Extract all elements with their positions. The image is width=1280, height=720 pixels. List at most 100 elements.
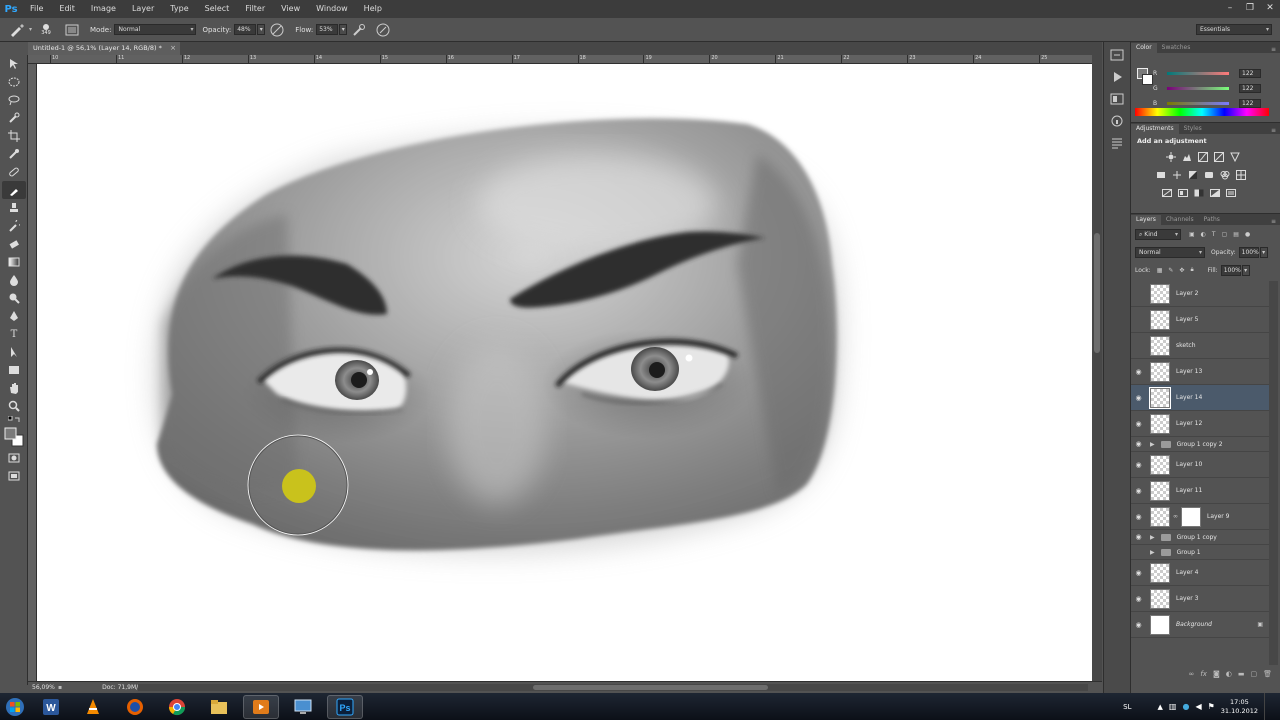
menu-help[interactable]: Help — [356, 0, 390, 18]
visibility-eye-icon[interactable]: ◉ — [1131, 452, 1146, 477]
group-row[interactable]: ◉ ▶ Group 1 copy 2 — [1131, 437, 1269, 452]
foreground-background-color-icon[interactable] — [2, 425, 26, 449]
firefox-icon[interactable] — [117, 695, 153, 719]
brush-panel-toggle-icon[interactable] — [63, 21, 81, 39]
action-center-icon[interactable]: ⚑ — [1208, 702, 1215, 711]
channel-mixer-icon[interactable] — [1219, 169, 1230, 180]
green-track[interactable] — [1167, 86, 1229, 90]
pressure-opacity-icon[interactable] — [268, 21, 286, 39]
menu-type[interactable]: Type — [162, 0, 196, 18]
layers-scrollbar[interactable] — [1269, 281, 1278, 665]
close-button[interactable]: ✕ — [1264, 2, 1276, 14]
new-group-icon[interactable]: ▬ — [1238, 670, 1245, 678]
zoom-tool-icon[interactable] — [2, 397, 26, 415]
layer-opacity-input[interactable]: 100% — [1238, 246, 1259, 258]
language-indicator[interactable]: SL — [1123, 703, 1131, 711]
lasso-tool-icon[interactable] — [2, 91, 26, 109]
new-layer-icon[interactable]: ▢ — [1250, 670, 1257, 678]
airbrush-icon[interactable] — [350, 21, 368, 39]
document-canvas[interactable] — [37, 64, 1092, 681]
horizontal-scrollbar[interactable] — [138, 684, 1088, 691]
blue-slider[interactable]: B 122 — [1153, 98, 1273, 108]
clock[interactable]: 17:05 31.10.2012 — [1221, 698, 1258, 716]
default-colors-icon[interactable] — [2, 415, 26, 425]
visibility-eye-icon[interactable]: ◉ — [1131, 437, 1146, 451]
crop-tool-icon[interactable] — [2, 127, 26, 145]
panel-menu-icon[interactable]: ≡ — [1271, 127, 1276, 134]
color-balance-icon[interactable] — [1171, 169, 1182, 180]
group-row[interactable]: ◉ ▶ Group 1 — [1131, 545, 1269, 560]
selective-color-icon[interactable] — [1225, 187, 1236, 198]
workspace-select[interactable]: Essentials — [1196, 24, 1272, 35]
chrome-icon[interactable] — [159, 695, 195, 719]
word-icon[interactable]: W — [33, 695, 69, 719]
invert-icon[interactable] — [1161, 187, 1172, 198]
tab-paths[interactable]: Paths — [1199, 215, 1225, 225]
eraser-tool-icon[interactable] — [2, 235, 26, 253]
visibility-eye-icon[interactable]: ◉ — [1131, 504, 1146, 529]
menu-layer[interactable]: Layer — [124, 0, 162, 18]
group-row[interactable]: ◉ ▶ Group 1 copy — [1131, 530, 1269, 545]
paragraph-panel-icon[interactable] — [1107, 134, 1127, 152]
mode-select[interactable]: Normal — [114, 24, 197, 35]
vibrance-icon[interactable] — [1229, 151, 1240, 162]
red-track[interactable] — [1167, 71, 1229, 75]
fill-toggle[interactable]: ▾ — [1241, 264, 1250, 276]
fill-input[interactable]: 100% — [1220, 264, 1241, 276]
explorer-icon[interactable] — [201, 695, 237, 719]
zoom-level[interactable]: 56,09% — [28, 684, 58, 691]
lock-all-icon[interactable]: 🔒︎ — [1190, 266, 1193, 274]
quick-selection-tool-icon[interactable] — [2, 109, 26, 127]
brush-tool-icon[interactable] — [2, 181, 26, 199]
history-brush-tool-icon[interactable] — [2, 217, 26, 235]
visibility-eye-icon[interactable]: ◉ — [1131, 545, 1146, 559]
clone-stamp-tool-icon[interactable] — [2, 199, 26, 217]
expand-group-icon[interactable]: ▶ — [1150, 441, 1155, 448]
photoshop-taskbar-icon[interactable]: Ps — [327, 694, 363, 719]
menu-select[interactable]: Select — [197, 0, 238, 18]
red-value[interactable]: 122 — [1239, 68, 1261, 78]
lock-image-icon[interactable]: ✎ — [1168, 267, 1173, 274]
pressure-size-icon[interactable] — [374, 21, 392, 39]
delete-layer-icon[interactable]: 🗑︎ — [1263, 670, 1272, 678]
layer-kind-filter[interactable]: ⌕ Kind — [1135, 228, 1181, 240]
menu-filter[interactable]: Filter — [237, 0, 273, 18]
expand-group-icon[interactable]: ▶ — [1150, 534, 1155, 541]
status-menu-icon[interactable]: ▪ — [58, 684, 62, 691]
start-button[interactable] — [0, 693, 30, 720]
history-panel-icon[interactable] — [1107, 46, 1127, 64]
opacity-input[interactable]: 48% — [234, 24, 257, 35]
layer-row[interactable]: ◉ Layer 2 — [1131, 281, 1269, 307]
tab-swatches[interactable]: Swatches — [1157, 43, 1196, 53]
marquee-tool-icon[interactable] — [2, 73, 26, 91]
tab-color[interactable]: Color — [1131, 43, 1157, 53]
hand-tool-icon[interactable] — [2, 379, 26, 397]
visibility-eye-icon[interactable]: ◉ — [1131, 333, 1146, 358]
green-slider[interactable]: G 122 — [1153, 83, 1273, 93]
layer-row[interactable]: ◉ sketch — [1131, 333, 1269, 359]
path-selection-tool-icon[interactable] — [2, 343, 26, 361]
curves-icon[interactable] — [1197, 151, 1208, 162]
screen-mode-icon[interactable] — [2, 467, 26, 485]
visibility-eye-icon[interactable]: ◉ — [1131, 385, 1146, 410]
brightness-contrast-icon[interactable] — [1165, 151, 1176, 162]
link-layers-icon[interactable]: ∞ — [1189, 670, 1195, 678]
visibility-eye-icon[interactable]: ◉ — [1131, 478, 1146, 503]
network-icon[interactable]: ▥ — [1169, 702, 1177, 711]
vertical-scrollbar[interactable] — [1092, 55, 1102, 685]
filter-toggle-icon[interactable]: ● — [1245, 231, 1250, 238]
brush-size-picker[interactable]: 349 — [35, 21, 57, 39]
photo-filter-icon[interactable] — [1203, 169, 1214, 180]
media-player-icon[interactable] — [243, 694, 279, 719]
type-tool-icon[interactable]: T — [2, 325, 26, 343]
adjustment-filter-icon[interactable]: ◐ — [1201, 231, 1206, 238]
healing-brush-tool-icon[interactable] — [2, 163, 26, 181]
move-tool-icon[interactable] — [2, 55, 26, 73]
properties-panel-icon[interactable] — [1107, 90, 1127, 108]
visibility-eye-icon[interactable]: ◉ — [1131, 281, 1146, 306]
add-mask-icon[interactable]: ◙ — [1213, 670, 1220, 678]
blue-value[interactable]: 122 — [1239, 98, 1261, 108]
shape-filter-icon[interactable]: ▢ — [1222, 231, 1228, 238]
type-filter-icon[interactable]: T — [1212, 231, 1216, 238]
blue-track[interactable] — [1167, 101, 1229, 105]
